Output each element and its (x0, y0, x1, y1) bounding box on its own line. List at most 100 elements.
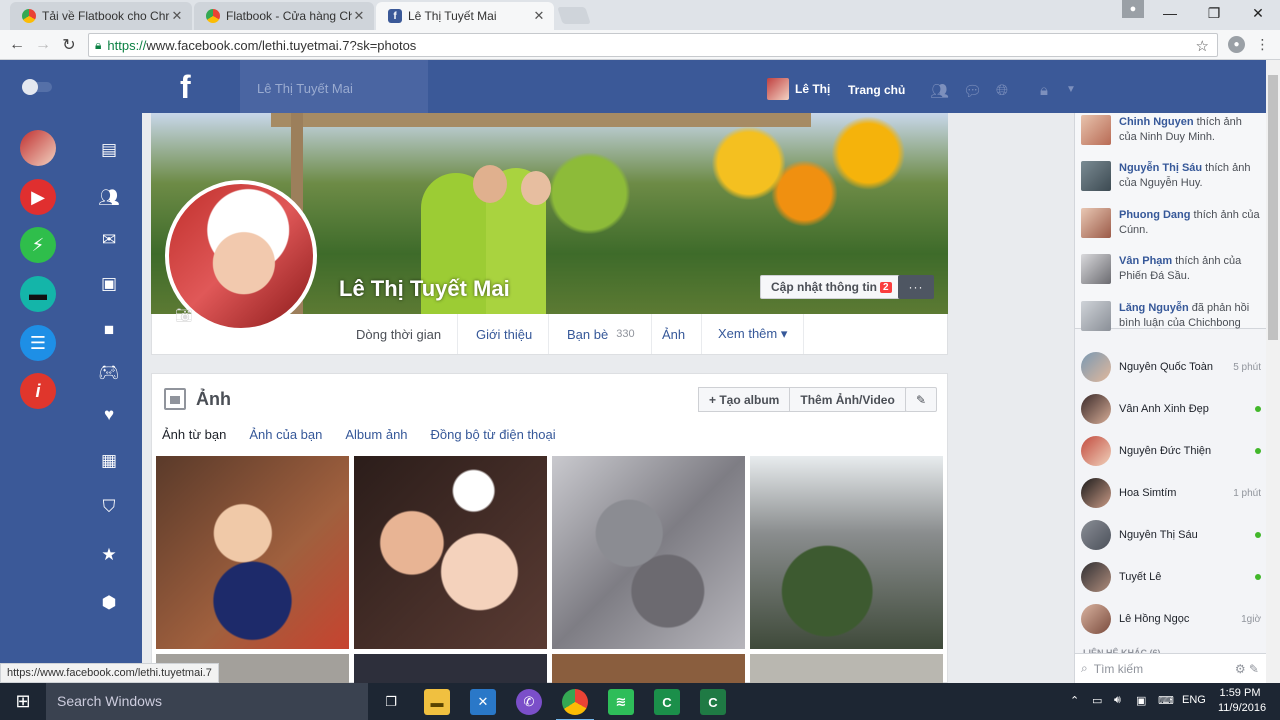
update-info-button[interactable]: Cập nhật thông tin 2 (760, 275, 903, 299)
contact-item[interactable]: Nguyễn Quốc Toàn 5 phút (1081, 350, 1261, 384)
system-clock[interactable]: 1:59 PM 11/9/2016 (1218, 686, 1266, 716)
contact-item[interactable]: Vân Anh Xinh Đẹp (1081, 392, 1261, 426)
file-explorer-icon[interactable]: ▬ (424, 689, 450, 715)
profile-name[interactable]: Lê Thị Tuyết Mai (339, 276, 510, 302)
extension-icon[interactable]: ● (1228, 36, 1245, 53)
youtube-app-icon[interactable]: ▶ (20, 179, 56, 215)
close-tab-icon[interactable]: ✕ (352, 8, 366, 24)
notifications-globe-icon[interactable]: 🌐︎ (996, 82, 1008, 99)
close-window-icon[interactable]: ✕ (1236, 0, 1280, 26)
subtab-your-photos[interactable]: Ảnh của bạn (249, 427, 322, 442)
create-album-button[interactable]: + Tạo album (698, 387, 791, 412)
battery-icon[interactable]: ▭ (1092, 694, 1102, 707)
chat-settings-icon[interactable]: ⚙ ✎ (1235, 662, 1259, 676)
sidebar-avatar[interactable] (20, 130, 56, 166)
photo-thumbnail[interactable] (156, 456, 349, 649)
language-indicator[interactable]: ENG (1182, 694, 1206, 706)
keyboard-icon[interactable]: ⌨ (1158, 694, 1174, 707)
ticker-item[interactable]: Nguyễn Thị Sáu thích ảnh của Nguyễn Huy. (1081, 161, 1261, 191)
tab-more[interactable]: Xem thêm ▾ (702, 314, 805, 354)
subtab-photos-of-you[interactable]: Ảnh từ bạn (162, 427, 226, 442)
tab-friends[interactable]: Bạn bè 330 (551, 314, 652, 354)
viber-icon[interactable]: ✆ (516, 689, 542, 715)
contact-item[interactable]: Hoa Simtím 1 phút (1081, 476, 1261, 510)
chrome-menu-icon[interactable]: ⋮ (1254, 36, 1271, 53)
page-scrollbar[interactable] (1266, 60, 1280, 683)
privacy-lock-icon[interactable]: 🔒︎ (1040, 82, 1048, 99)
facebook-logo[interactable]: f (180, 69, 191, 106)
facebook-search-input[interactable]: Lê Thị Tuyết Mai (240, 60, 428, 113)
ticker-item[interactable]: Vân Phạm thích ảnh của Phiến Đá Sầu. (1081, 254, 1261, 284)
star-icon[interactable]: ★ (95, 541, 123, 569)
ticker-item[interactable]: Chinh Nguyen thích ảnh của Ninh Duy Minh… (1081, 115, 1261, 145)
ticker-item[interactable]: Phuong Dang thích ảnh của Cúnn. (1081, 208, 1261, 238)
reload-icon[interactable]: ↻ (58, 34, 80, 56)
browser-tab-flatbook-store[interactable]: Flatbook - Cửa hàng Chr ✕ (194, 2, 374, 30)
messages-icon[interactable]: 💬︎ (963, 82, 982, 100)
photo-thumbnail[interactable] (354, 654, 547, 684)
video-icon[interactable]: ■ (95, 316, 123, 344)
events-calendar-icon[interactable]: ▦ (95, 447, 123, 475)
volume-icon[interactable]: 🔊︎ (1114, 694, 1121, 707)
new-tab-button[interactable] (557, 7, 591, 24)
feedly-app-icon[interactable]: ⚡ (20, 227, 56, 263)
news-feed-icon[interactable]: ▤ (95, 136, 123, 164)
profile-shortcut[interactable]: Lê Thị (767, 78, 830, 100)
bookmark-star-icon[interactable]: ☆ (1196, 37, 1209, 55)
tab-about[interactable]: Giới thiệu (460, 314, 550, 354)
browser-tab-profile[interactable]: f Lê Thị Tuyết Mai ✕ (376, 2, 554, 30)
tab-photos[interactable]: Ảnh (646, 314, 703, 354)
shield-icon[interactable]: ⛉ (95, 493, 123, 521)
contact-item[interactable]: Nguyễn Thị Sáu (1081, 518, 1261, 552)
forward-icon[interactable]: → (32, 34, 54, 56)
subtab-albums[interactable]: Album ảnh (345, 427, 407, 442)
camtasia-recorder-icon[interactable]: C (700, 689, 726, 715)
contact-item[interactable]: Lê Hồng Ngọc 1giờ (1081, 602, 1261, 636)
photo-thumbnail[interactable] (750, 654, 943, 684)
edit-pencil-icon[interactable]: ✎ (905, 387, 937, 412)
account-menu-chevron-icon[interactable]: ▼ (1066, 84, 1076, 95)
photo-thumbnail[interactable] (552, 456, 745, 649)
subtab-phone-sync[interactable]: Đồng bộ từ điện thoại (431, 427, 556, 442)
tray-expand-icon[interactable]: ⌃ (1070, 694, 1079, 707)
spotify-icon[interactable]: ≋ (608, 689, 634, 715)
windows-start-icon[interactable]: ⊞ (0, 683, 46, 720)
chrome-icon[interactable] (556, 689, 594, 720)
browser-tab-flatbook-download[interactable]: Tải về Flatbook cho Chrc ✕ (10, 2, 192, 30)
games-icon[interactable]: 🎮︎ (95, 359, 123, 387)
camera-icon[interactable]: 📷︎ (175, 307, 193, 324)
address-bar[interactable]: 🔒︎ https:// www.facebook.com/lethi.tuyet… (88, 33, 1218, 57)
photos-icon[interactable]: ▣ (95, 270, 123, 298)
minimize-icon[interactable]: — (1148, 0, 1192, 26)
friend-requests-icon[interactable]: 👥︎ (930, 82, 949, 100)
info-app-icon[interactable]: i (20, 373, 56, 409)
ticker-item[interactable]: Lăng Nguyễn đã phản hồi bình luận của Ch… (1081, 301, 1261, 331)
photo-thumbnail[interactable] (750, 456, 943, 649)
incognito-app-icon[interactable]: ▬ (20, 276, 56, 312)
photo-thumbnail[interactable] (552, 654, 745, 684)
back-icon[interactable]: ← (6, 34, 28, 56)
home-link[interactable]: Trang chủ (848, 83, 905, 97)
app-icon[interactable]: ✕ (470, 689, 496, 715)
camtasia-icon[interactable]: C (654, 689, 680, 715)
windows-search-input[interactable]: Search Windows (46, 683, 368, 720)
flatbook-toggle[interactable] (22, 79, 52, 95)
more-options-button[interactable]: ··· (898, 275, 934, 299)
favorites-heart-icon[interactable]: ♥ (95, 401, 123, 429)
apps-box-icon[interactable]: ⬢ (95, 589, 123, 617)
close-tab-icon[interactable]: ✕ (532, 8, 546, 24)
task-view-icon[interactable]: ❐ (378, 689, 404, 715)
add-photos-video-button[interactable]: Thêm Ảnh/Video (790, 387, 906, 412)
list-app-icon[interactable]: ☰ (20, 325, 56, 361)
chat-search-input[interactable]: ⌕ Tìm kiếm ⚙ ✎ (1075, 653, 1266, 683)
contact-item[interactable]: Nguyễn Đức Thiện (1081, 434, 1261, 468)
photo-thumbnail[interactable] (354, 456, 547, 649)
messages-icon[interactable]: ✉ (95, 226, 123, 254)
close-tab-icon[interactable]: ✕ (170, 8, 184, 24)
maximize-icon[interactable]: ❐ (1192, 0, 1236, 26)
network-icon[interactable]: ▣ (1136, 694, 1146, 707)
tab-timeline[interactable]: Dòng thời gian (340, 314, 459, 354)
chrome-user-icon[interactable]: ● (1122, 0, 1144, 18)
friends-icon[interactable]: 👥︎ (95, 184, 123, 212)
contact-item[interactable]: Tuyết Lê (1081, 560, 1261, 594)
